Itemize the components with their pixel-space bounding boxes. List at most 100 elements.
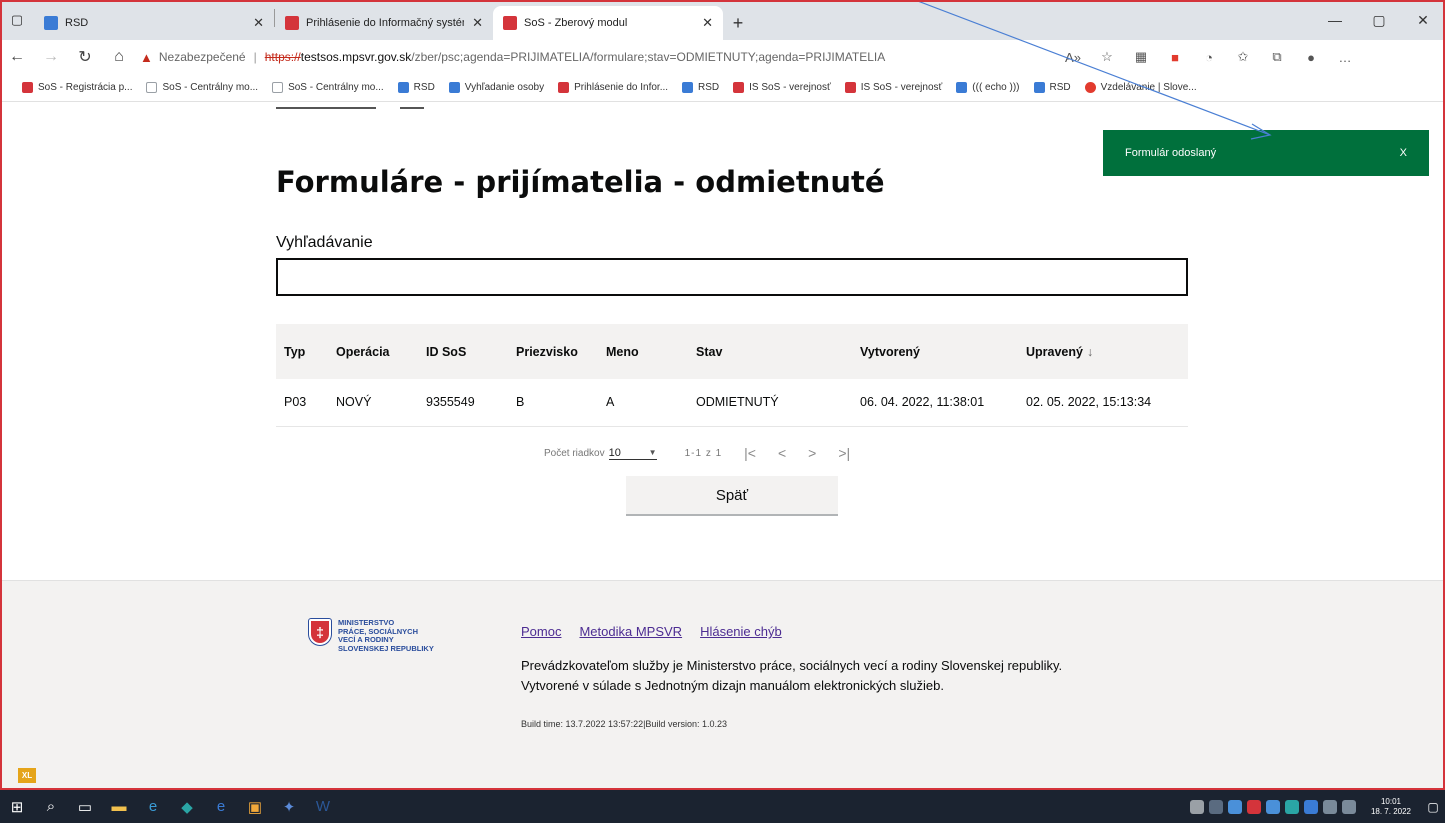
help-link[interactable]: Pomoc [521, 624, 561, 639]
column-header[interactable]: Typ [276, 324, 328, 379]
red-extension-icon[interactable]: ■ [1158, 42, 1192, 72]
favorite-item[interactable]: RSD [1033, 82, 1071, 93]
favorite-item[interactable]: IS SoS - verejnosť [844, 82, 942, 93]
tray-app-icon[interactable] [1227, 799, 1242, 814]
tray-app-icon[interactable] [1265, 799, 1280, 814]
profile-icon[interactable]: ● [1294, 42, 1328, 72]
column-header[interactable]: Stav [688, 324, 852, 379]
column-header[interactable]: ID SoS [418, 324, 508, 379]
url-divider: | [253, 50, 257, 64]
network-icon[interactable] [1322, 799, 1337, 814]
favorite-item[interactable]: IS SoS - verejnosť [733, 82, 831, 93]
volume-icon[interactable] [1341, 799, 1356, 814]
forward-arrow-icon[interactable]: → [34, 42, 68, 72]
search-icon[interactable]: ⌕ [34, 790, 68, 823]
tray-app-icon[interactable] [1284, 799, 1299, 814]
url-scheme: https:// [264, 50, 301, 64]
column-header[interactable]: Vytvorený [852, 324, 1018, 379]
close-tab-icon[interactable]: ✕ [253, 15, 264, 31]
tray-user-icon[interactable] [1189, 799, 1204, 814]
more-icon[interactable]: … [1328, 42, 1362, 72]
tray-app-icon[interactable] [1246, 799, 1261, 814]
tab-rsd[interactable]: RSD ✕ [34, 6, 274, 40]
teams-icon[interactable]: ✦ [272, 790, 306, 823]
bug-report-link[interactable]: Hlásenie chýb [700, 624, 782, 639]
column-header[interactable]: Upravený ↓ [1018, 324, 1188, 379]
favorite-item[interactable]: Prihlásenie do Infor... [558, 82, 668, 93]
rows-per-page-select[interactable]: 10 ▼ [608, 446, 657, 460]
bluetooth-icon[interactable] [1303, 799, 1318, 814]
tray-chevron-icon[interactable] [1208, 799, 1223, 814]
task-view-icon[interactable]: ▭ [68, 790, 102, 823]
add-favorite-icon[interactable]: ☆ [1090, 42, 1124, 72]
search-input[interactable] [276, 258, 1188, 296]
favorite-label: SoS - Registrácia p... [38, 82, 133, 93]
favorite-item[interactable]: SoS - Centrálny mo... [272, 82, 384, 93]
first-page-icon[interactable]: |< [744, 445, 756, 461]
sync-icon[interactable]: ◔ [1192, 42, 1226, 72]
favorites-bar: SoS - Registrácia p... SoS - Centrálny m… [0, 74, 1445, 102]
rsd-favicon-icon [1033, 82, 1045, 93]
favorite-item[interactable]: RSD [682, 82, 719, 93]
file-explorer-icon[interactable]: ▬ [102, 790, 136, 823]
footer-links: Pomoc Metodika MPSVR Hlásenie chýb [521, 624, 800, 639]
table-row[interactable]: P03 NOVÝ 9355549 B A ODMIETNUTÝ 06. 04. … [276, 379, 1188, 427]
column-header[interactable]: Meno [598, 324, 688, 379]
minimize-icon[interactable]: — [1313, 0, 1357, 40]
favorite-item[interactable]: Vzdelávanie | Slove... [1084, 82, 1197, 93]
tab-sos-zberovy-modul[interactable]: SoS - Zberový modul ✕ [493, 6, 723, 40]
column-header-label: Upravený [1026, 344, 1083, 359]
favorite-item[interactable]: RSD [397, 82, 435, 93]
rsd-favicon-icon [682, 82, 694, 93]
next-page-icon[interactable]: > [808, 445, 816, 461]
taskbar-clock[interactable]: 10:01 18. 7. 2022 [1371, 797, 1411, 817]
notification-center-icon[interactable]: ▢ [1421, 790, 1445, 823]
toast-close-button[interactable]: X [1400, 147, 1407, 159]
rows-per-page-value: 10 [608, 446, 621, 459]
last-page-icon[interactable]: >| [838, 445, 850, 461]
word-icon[interactable]: W [306, 790, 340, 823]
collections-icon[interactable]: ⧉ [1260, 42, 1294, 72]
ministry-logo[interactable]: ‡ MINISTERSTVO PRÁCE, SOCIÁLNYCH VECÍ A … [309, 618, 468, 653]
remote-app-icon[interactable]: ◆ [170, 790, 204, 823]
outlook-icon[interactable]: ▣ [238, 790, 272, 823]
header-link-underline [400, 107, 424, 109]
close-tab-icon[interactable]: ✕ [472, 15, 483, 31]
new-tab-icon[interactable]: + [723, 6, 753, 40]
table-cell: 06. 04. 2022, 11:38:01 [852, 379, 1018, 427]
refresh-icon[interactable]: ↻ [68, 42, 102, 72]
back-arrow-icon[interactable]: ← [0, 42, 34, 72]
table-cell: 9355549 [418, 379, 508, 427]
tab-prihlasenie[interactable]: Prihlásenie do Informačný systém ✕ [275, 6, 493, 40]
url-field[interactable]: ▲ Nezabezpečené | https:// testsos.mpsvr… [136, 43, 1016, 71]
internet-explorer-icon[interactable]: e [136, 790, 170, 823]
favorite-item[interactable]: SoS - Registrácia p... [22, 82, 132, 93]
previous-page-icon[interactable]: < [778, 445, 786, 461]
page-favicon-icon [146, 82, 158, 93]
close-tab-icon[interactable]: ✕ [702, 15, 713, 31]
edge-icon[interactable]: e [204, 790, 238, 823]
maximize-icon[interactable]: ▢ [1357, 0, 1401, 40]
build-info: Build time: 13.7.2022 13:57:22|Build ver… [521, 719, 727, 729]
favorite-label: SoS - Centrálny mo... [162, 82, 259, 93]
favorite-item[interactable]: ((( echo ))) [956, 82, 1020, 93]
favorite-item[interactable]: SoS - Centrálny mo... [146, 82, 258, 93]
footer-info: Prevádzkovateľom služby je Ministerstvo … [521, 656, 1221, 696]
home-icon[interactable]: ⌂ [102, 42, 136, 72]
rsd-favicon-icon [397, 82, 409, 93]
tab-actions-icon[interactable]: ▢ [0, 0, 34, 40]
column-header[interactable]: Priezvisko [508, 324, 598, 379]
windows-start-icon[interactable]: ⊞ [0, 790, 34, 823]
back-button[interactable]: Späť [626, 476, 838, 516]
favorites-icon[interactable]: ✩ [1226, 42, 1260, 72]
favorite-item[interactable]: Vyhľadanie osoby [448, 82, 544, 93]
read-aloud-icon[interactable]: A» [1056, 42, 1090, 72]
column-header[interactable]: Operácia [328, 324, 418, 379]
toast-message: Formulár odoslaný [1125, 147, 1217, 159]
favorite-label: ((( echo ))) [972, 82, 1020, 93]
address-bar: ← → ↻ ⌂ ▲ Nezabezpečené | https:// tests… [0, 40, 1445, 74]
close-window-icon[interactable]: ✕ [1401, 0, 1445, 40]
extension-icon[interactable]: ▦ [1124, 42, 1158, 72]
methodology-link[interactable]: Metodika MPSVR [579, 624, 682, 639]
security-warning-text: Nezabezpečené [158, 50, 246, 64]
